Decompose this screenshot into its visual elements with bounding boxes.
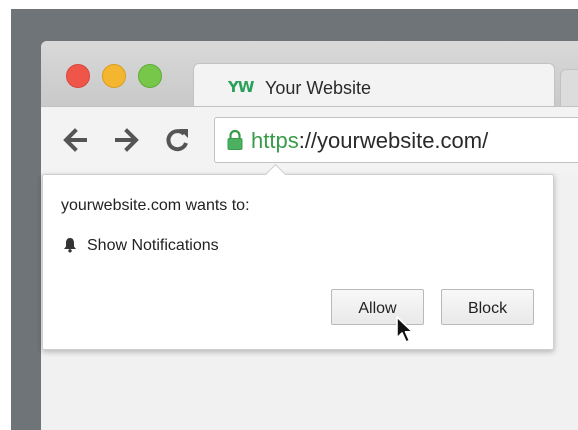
site-favicon-icon: YW (228, 78, 254, 96)
url-scheme: https (251, 128, 299, 153)
reload-icon[interactable] (162, 125, 194, 155)
mouse-pointer-icon (395, 316, 415, 344)
permission-label: Show Notifications (87, 237, 219, 254)
forward-arrow-icon[interactable] (111, 125, 143, 155)
tab-title: Your Website (265, 78, 372, 98)
tab-your-website[interactable]: YW Your Website (193, 63, 555, 108)
zoom-window-button[interactable] (138, 64, 162, 88)
url-text: https://yourwebsite.com/ (251, 128, 488, 154)
browser-toolbar: https://yourwebsite.com/ (41, 106, 578, 173)
close-window-button[interactable] (66, 64, 90, 88)
tab-strip: YW Your Website (41, 41, 578, 108)
tab-next[interactable] (560, 69, 578, 108)
popup-title: yourwebsite.com wants to: (61, 197, 250, 214)
block-button[interactable]: Block (441, 289, 534, 325)
notification-permission-popup: yourwebsite.com wants to: Show Notificat… (42, 163, 554, 350)
lock-icon (227, 129, 243, 151)
minimize-window-button[interactable] (102, 64, 126, 88)
bell-icon (63, 237, 77, 253)
back-arrow-icon[interactable] (59, 125, 91, 155)
url-rest: ://yourwebsite.com/ (298, 128, 489, 153)
address-bar[interactable]: https://yourwebsite.com/ (214, 117, 578, 163)
